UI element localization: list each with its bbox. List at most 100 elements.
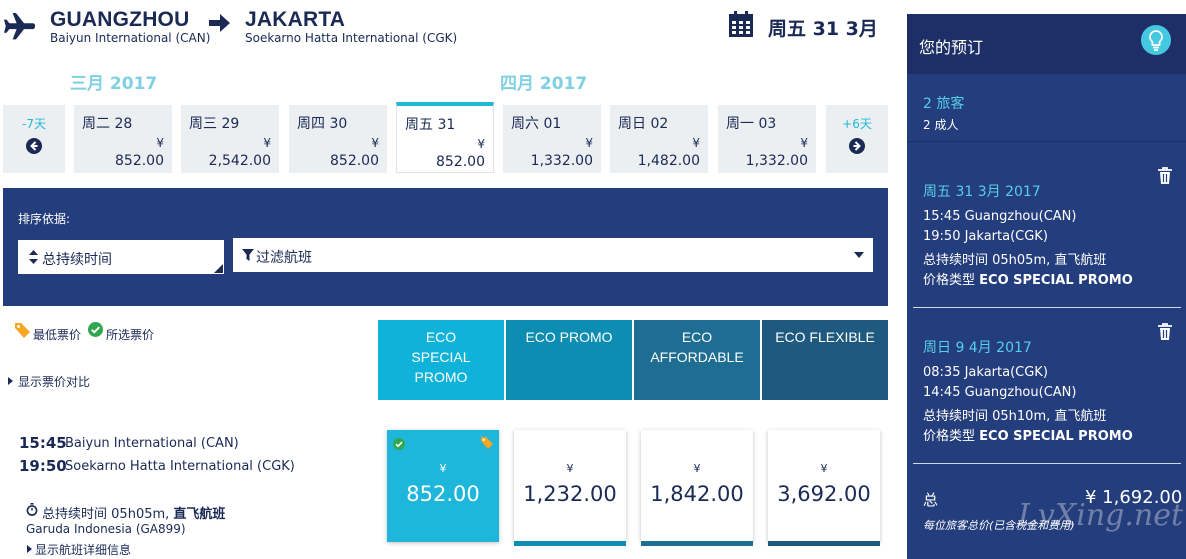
- date-option-label: 周一 03: [726, 116, 777, 132]
- fare-price-option[interactable]: ¥852.00: [387, 430, 499, 542]
- chevron-down-icon: [854, 252, 864, 258]
- arrow-right-icon: [209, 14, 230, 32]
- currency-symbol: ¥: [692, 136, 700, 150]
- legend-selected-fare: 所选票价: [106, 328, 155, 342]
- date-option[interactable]: 周日 02 ¥1,482.00: [610, 105, 708, 173]
- fare-price: 852.00: [406, 482, 480, 506]
- fare-type-header: ECO SPECIAL PROMO: [378, 320, 504, 400]
- currency-symbol: ¥: [693, 462, 701, 475]
- passenger-detail: 2 成人: [923, 118, 959, 132]
- arrive-airport: Soekarno Hatta International (CGK): [65, 459, 295, 474]
- legend-lowest-fare: 最低票价: [33, 328, 82, 342]
- sort-label: 排序依据:: [18, 212, 71, 226]
- leg2-fare: 价格类型 ECO SPECIAL PROMO: [923, 425, 1133, 444]
- leg1-duration: 总持续时间 05h05m, 直飞航班: [923, 253, 1107, 268]
- trash-icon[interactable]: [1157, 323, 1173, 341]
- trash-icon[interactable]: [1157, 167, 1173, 185]
- flight-duration: 总持续时间 05h05m, 直飞航班: [42, 507, 226, 522]
- destination-airport: Soekarno Hatta International (CGK): [245, 31, 458, 45]
- total-label: 总: [923, 491, 939, 509]
- origin-airport: Baiyun International (CAN): [50, 31, 211, 45]
- date-option-label: 周五 31: [405, 117, 456, 133]
- lightbulb-icon[interactable]: [1140, 24, 1172, 56]
- currency-symbol: ¥: [156, 136, 164, 150]
- fare-price: 1,232.00: [523, 482, 617, 506]
- duration-value: 05h05m: [111, 507, 166, 522]
- leg1-depart: 15:45 Guangzhou(CAN): [923, 209, 1077, 224]
- date-option-label: 周四 30: [297, 116, 348, 132]
- date-option-price: 1,332.00: [530, 153, 593, 169]
- leg1-fare-label: 价格类型: [923, 273, 976, 288]
- currency-symbol: ¥: [585, 136, 593, 150]
- fare-type-name: ECO PROMO: [525, 329, 613, 345]
- depart-time: 15:45: [19, 434, 67, 452]
- leg1-arrive: 19:50 Jakarta(CGK): [923, 229, 1048, 244]
- sort-dropdown[interactable]: 总持续时间: [18, 240, 224, 274]
- leg1-fare-name: ECO SPECIAL PROMO: [979, 273, 1133, 288]
- date-option-label: 周日 02: [618, 116, 669, 132]
- calendar-icon[interactable]: [728, 10, 754, 38]
- currency-symbol: ¥: [820, 462, 828, 475]
- corner-triangle-icon: [214, 264, 223, 273]
- fare-color-bar: [514, 541, 626, 546]
- leg2-date: 周日 9 4月 2017: [923, 340, 1032, 356]
- date-option[interactable]: 周三 29 ¥2,542.00: [181, 105, 279, 173]
- date-option-label: 周二 28: [82, 116, 133, 132]
- date-option-price: 1,332.00: [745, 153, 808, 169]
- price-tag-icon: [481, 437, 493, 449]
- prev-week-button[interactable]: -7天: [3, 105, 65, 173]
- fare-compare-link[interactable]: 显示票价对比: [18, 373, 90, 390]
- month-label-current: 四月 2017: [500, 74, 588, 94]
- leg-divider: [913, 463, 1181, 464]
- filter-icon: [242, 249, 254, 261]
- fare-type-header: ECO FLEXIBLE: [762, 320, 888, 400]
- caret-right-icon: [8, 377, 13, 385]
- next-week-button[interactable]: +6天: [826, 105, 888, 173]
- date-option[interactable]: 周四 30 ¥852.00: [289, 105, 387, 173]
- date-option[interactable]: 周二 28 ¥852.00: [74, 105, 172, 173]
- duration-label: 总持续时间: [42, 507, 108, 522]
- arrive-time: 19:50: [19, 457, 67, 475]
- fare-type-name: ECO SPECIAL PROMO: [411, 329, 471, 385]
- selected-date-heading: 周五 31 3月: [768, 18, 878, 40]
- booking-title: 您的预订: [919, 38, 984, 57]
- sort-arrows-icon: [29, 250, 38, 264]
- currency-symbol: ¥: [477, 137, 485, 151]
- arrow-left-circle-icon: [26, 138, 42, 154]
- fare-type-header: ECO AFFORDABLE: [634, 320, 760, 400]
- fare-price: 1,842.00: [650, 482, 744, 506]
- date-option-price: 852.00: [436, 154, 485, 170]
- date-option[interactable]: 周五 31 ¥852.00: [396, 102, 494, 173]
- month-label-prev: 三月 2017: [70, 74, 158, 94]
- depart-airport: Baiyun International (CAN): [65, 436, 239, 451]
- check-circle-icon: [393, 438, 405, 450]
- watermark: LvXing.net: [1018, 498, 1184, 533]
- date-option-price: 2,542.00: [208, 153, 271, 169]
- leg2-depart: 08:35 Jakarta(CGK): [923, 365, 1048, 380]
- date-option-label: 周六 01: [511, 116, 562, 132]
- passenger-count: 2 旅客: [923, 96, 965, 112]
- date-option-label: 周三 29: [189, 116, 240, 132]
- flight-details-link[interactable]: 显示航班详细信息: [35, 541, 131, 558]
- fare-price: 3,692.00: [777, 482, 871, 506]
- date-option[interactable]: 周六 01 ¥1,332.00: [503, 105, 601, 173]
- fare-price-option[interactable]: ¥1,842.00: [641, 430, 753, 546]
- fare-price-option[interactable]: ¥3,692.00: [768, 430, 880, 546]
- currency-symbol: ¥: [263, 136, 271, 150]
- fare-type-header: ECO PROMO: [506, 320, 632, 400]
- currency-symbol: ¥: [566, 462, 574, 475]
- destination-city: JAKARTA: [245, 8, 346, 31]
- nonstop-label: 直飞航班: [173, 507, 226, 522]
- caret-right-icon: [27, 545, 32, 553]
- origin-city: GUANGZHOU: [50, 8, 190, 31]
- prev-week-label: -7天: [22, 117, 46, 131]
- leg2-fare-name: ECO SPECIAL PROMO: [979, 429, 1133, 444]
- sidebar-separator: [907, 141, 1186, 142]
- fare-price-option[interactable]: ¥1,232.00: [514, 430, 626, 546]
- sort-value: 总持续时间: [42, 252, 112, 268]
- filter-dropdown[interactable]: 过滤航班: [233, 238, 873, 272]
- check-circle-icon: [88, 322, 103, 337]
- date-option[interactable]: 周一 03 ¥1,332.00: [718, 105, 816, 173]
- leg-divider: [913, 307, 1181, 308]
- leg2-arrive: 14:45 Guangzhou(CAN): [923, 385, 1077, 400]
